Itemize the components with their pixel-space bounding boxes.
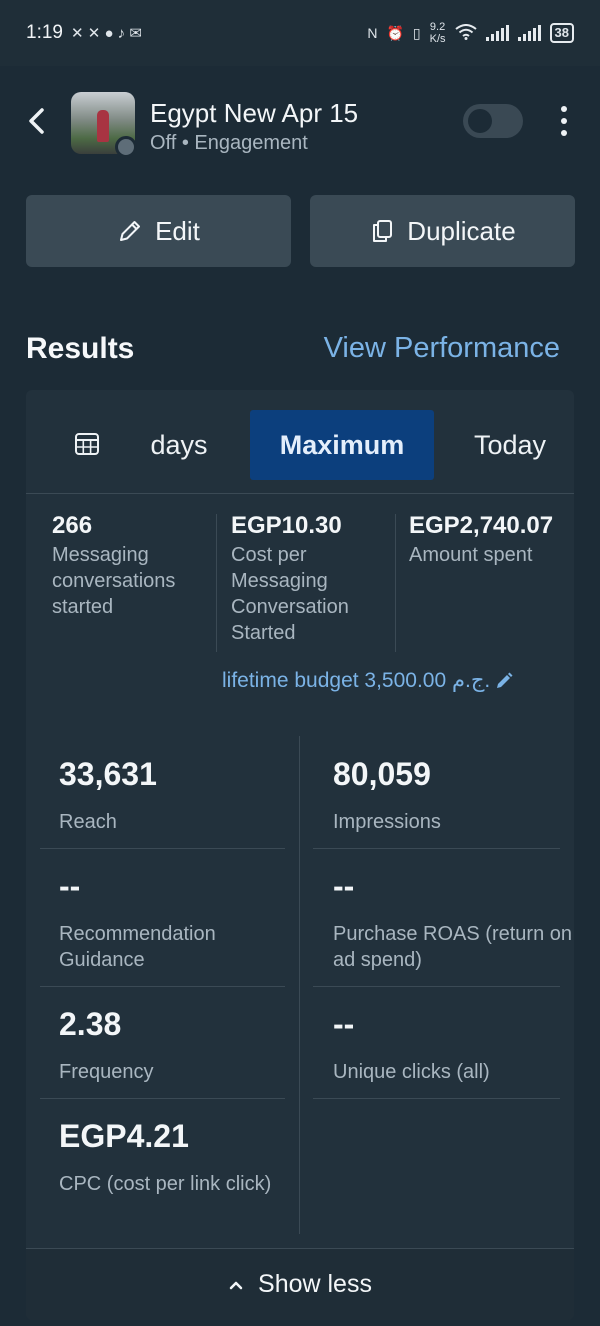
- kebab-dot: [561, 118, 567, 124]
- thumbnail-figure: [97, 110, 109, 142]
- stat-recommendation-guidance: -- Recommendation Guidance: [59, 868, 305, 973]
- stat-purchase-roas: -- Purchase ROAS (return on ad spend): [333, 868, 574, 973]
- network-speed-unit: K/s: [429, 33, 446, 45]
- stats-row-divider: [40, 986, 285, 987]
- edit-button[interactable]: Edit: [26, 195, 291, 267]
- campaign-title: Egypt New Apr 15: [150, 98, 359, 128]
- show-less-label: Show less: [258, 1270, 372, 1298]
- duplicate-button[interactable]: Duplicate: [310, 195, 575, 267]
- alarm-icon: ⏰: [386, 24, 404, 41]
- metric-label: Messaging conversations started: [52, 544, 176, 618]
- stat-impressions: 80,059 Impressions: [333, 756, 574, 835]
- summary-metrics: 266 Messaging conversations started EGP1…: [26, 494, 574, 654]
- metric-messaging-conversations: 266 Messaging conversations started: [52, 512, 212, 620]
- lifetime-budget-text: lifetime budget 3,500.00 ج.م.: [222, 669, 491, 692]
- stat-value: EGP4.21: [59, 1118, 189, 1154]
- chevron-left-icon: [29, 108, 44, 134]
- stat-label: Frequency: [59, 1061, 154, 1083]
- campaign-status-line: Off • Engagement: [150, 132, 308, 154]
- stat-value: --: [333, 868, 355, 904]
- signal-icon-2: [517, 25, 541, 41]
- duplicate-button-label: Duplicate: [407, 215, 516, 246]
- kebab-menu-icon: [561, 106, 567, 112]
- metric-cost-per-conversation: EGP10.30 Cost per Messaging Conversation…: [231, 512, 391, 646]
- lifetime-budget-link[interactable]: lifetime budget 3,500.00 ج.م.: [222, 668, 514, 693]
- stat-reach: 33,631 Reach: [59, 756, 305, 835]
- network-speed: 9.2 K/s: [430, 21, 446, 45]
- vibrate-icon: ▯: [412, 24, 421, 41]
- pencil-icon: [120, 221, 141, 241]
- pencil-icon: [497, 672, 513, 688]
- stat-value: 33,631: [59, 756, 157, 792]
- stat-label: CPC (cost per link click): [59, 1173, 272, 1195]
- toggle-knob: [468, 109, 492, 133]
- stat-value: --: [59, 868, 81, 904]
- view-performance-link[interactable]: View Performance: [324, 332, 560, 365]
- battery-icon: 38: [549, 23, 574, 43]
- metric-divider: [216, 514, 217, 652]
- copy-icon: [373, 220, 393, 242]
- stat-value: 2.38: [59, 1006, 122, 1042]
- notification-icons: ✕ ✕ ● ♪ ✉: [70, 25, 142, 42]
- metric-amount-spent: EGP2,740.07 Amount spent: [409, 512, 574, 568]
- segment-maximum[interactable]: Maximum: [250, 410, 434, 480]
- stats-row-divider: [313, 1098, 560, 1099]
- metric-label: Amount spent: [409, 544, 533, 566]
- stat-cpc: EGP4.21 CPC (cost per link click): [59, 1118, 305, 1197]
- signal-icon-1: [485, 25, 509, 41]
- stats-row-divider: [40, 1098, 285, 1099]
- edit-button-label: Edit: [155, 215, 200, 246]
- status-bar-right: N ⏰ ▯ 9.2 K/s 38: [367, 21, 574, 45]
- chevron-up-icon: [229, 1281, 243, 1289]
- stat-label: Reach: [59, 811, 117, 833]
- stat-label: Purchase ROAS (return on ad spend): [333, 923, 572, 971]
- metric-value: EGP10.30: [231, 512, 342, 539]
- stat-label: Impressions: [333, 811, 441, 833]
- metric-value: 266: [52, 512, 93, 539]
- status-bar-left: 1:19 ✕ ✕ ● ♪ ✉: [26, 22, 142, 44]
- stat-value: 80,059: [333, 756, 431, 792]
- nfc-icon: N: [367, 25, 378, 41]
- campaign-toggle[interactable]: [463, 104, 523, 138]
- stats-row-divider: [40, 848, 285, 849]
- more-options-button[interactable]: [554, 106, 574, 136]
- metric-divider: [395, 514, 396, 652]
- back-button[interactable]: [22, 104, 52, 140]
- show-less-button[interactable]: Show less: [26, 1248, 574, 1320]
- date-range-segment: days Maximum Today: [26, 390, 574, 494]
- segment-days[interactable]: days: [134, 410, 224, 480]
- stats-row-divider: [313, 848, 560, 849]
- stat-label: Unique clicks (all): [333, 1061, 490, 1083]
- stat-unique-clicks: -- Unique clicks (all): [333, 1006, 574, 1085]
- status-dot-badge: [115, 136, 137, 158]
- metric-label: Cost per Messaging Conversation Started: [231, 544, 349, 644]
- kebab-dot: [561, 130, 567, 136]
- calendar-icon[interactable]: [74, 432, 100, 456]
- status-time: 1:19: [26, 22, 63, 43]
- status-bar: 1:19 ✕ ✕ ● ♪ ✉ N ⏰ ▯ 9.2 K/s 38: [0, 0, 600, 66]
- stat-value: --: [333, 1006, 355, 1042]
- stat-frequency: 2.38 Frequency: [59, 1006, 305, 1085]
- campaign-header: Egypt New Apr 15 Off • Engagement: [0, 66, 600, 182]
- metric-value: EGP2,740.07: [409, 512, 554, 539]
- results-heading: Results: [26, 332, 135, 365]
- network-speed-value: 9.2: [429, 21, 446, 33]
- wifi-icon: [454, 23, 477, 43]
- results-card: days Maximum Today 266 Messaging convers…: [26, 390, 574, 1320]
- stats-row-divider: [313, 986, 560, 987]
- segment-today[interactable]: Today: [474, 410, 574, 480]
- stat-label: Recommendation Guidance: [59, 923, 216, 971]
